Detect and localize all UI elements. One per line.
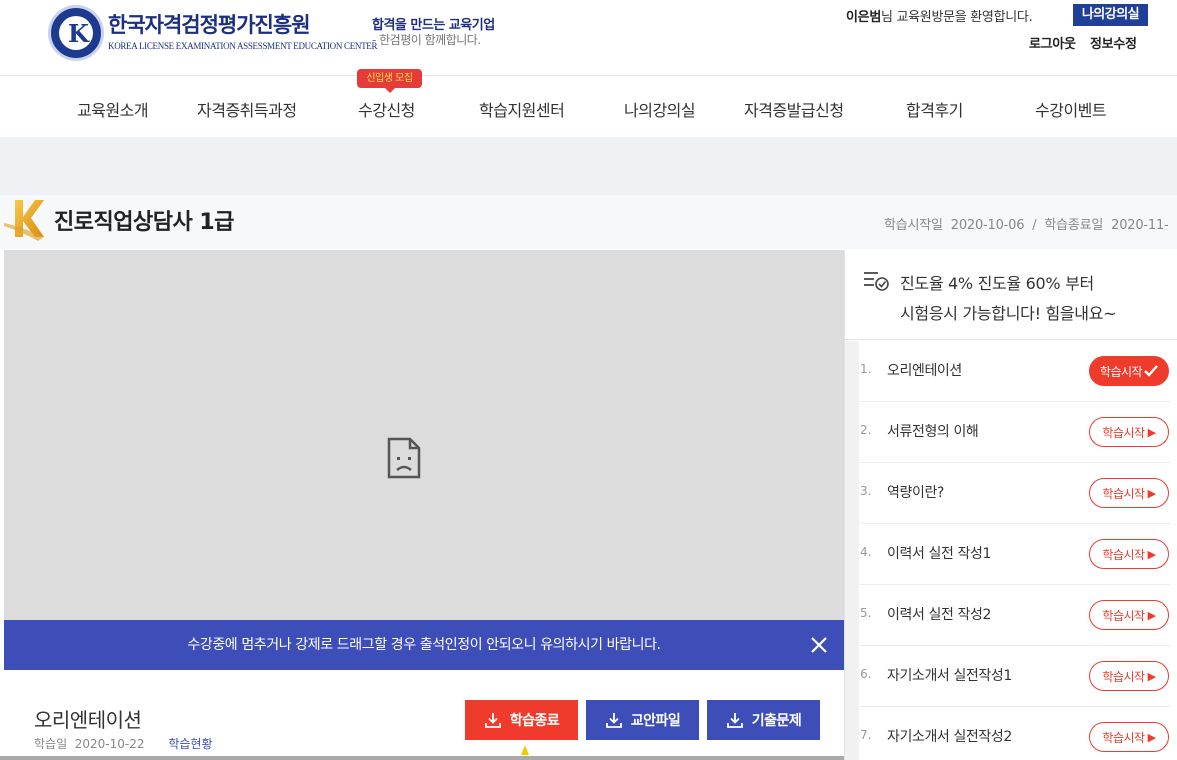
start-study-button[interactable]: 학습시작 ▶ [1089, 661, 1169, 691]
slogan-secondary: - 한검평이 함께합니다. [372, 33, 481, 47]
start-study-label: 학습시작 [1099, 364, 1143, 379]
broken-plugin-icon [387, 437, 421, 479]
study-date-label: 학습일 [34, 737, 68, 751]
end-study-label: 학습종료 [509, 713, 560, 729]
main-nav: 교육원소개 자격증취득과정 수강신청 학습지원센터 나의강의실 자격증발급신청 … [0, 77, 1177, 137]
start-study-button[interactable]: 학습시작 ▶ [1089, 600, 1169, 630]
end-date-label: 학습종료일 [1044, 218, 1104, 233]
past-exam-label: 기출문제 [751, 713, 802, 729]
play-icon: ▶ [1147, 669, 1156, 683]
page: K 한국자격검정평가진흥원 KOREA LICENSE EXAMINATION … [0, 0, 1177, 760]
download-icon [484, 713, 501, 728]
play-icon: ▶ [1147, 547, 1156, 561]
progress-message-line1: 진도율 4% 진도율 60% 부터 [900, 274, 1094, 293]
attendance-notice: 수강중에 멈추거나 강제로 드래그할 경우 출석인정이 안되오니 유의하시기 바… [4, 620, 844, 670]
lesson-title[interactable]: 이력서 실전 작성2 [887, 604, 991, 624]
course-k-icon [4, 200, 44, 241]
current-lesson-title: 오리엔테이션 [34, 708, 142, 732]
course-title: 진로직업상담사 1급 [54, 210, 234, 235]
start-date-label: 학습시작일 [884, 218, 943, 233]
past-exam-button[interactable]: 기출문제 [707, 700, 820, 740]
lesson-title[interactable]: 자기소개서 실전작성1 [887, 665, 1012, 685]
close-icon[interactable] [807, 633, 831, 657]
start-study-label: 학습시작 [1102, 486, 1145, 501]
lesson-number: 2. [860, 423, 872, 437]
start-study-button[interactable]: 학습시작 ▶ [1089, 478, 1169, 508]
start-study-label: 학습시작 [1102, 608, 1145, 623]
start-study-button[interactable]: 학습시작 ▶ [1089, 722, 1169, 752]
start-study-button[interactable]: 학습시작 [1089, 356, 1169, 386]
welcome-text: 님 교육원방문을 환영합니다. [880, 10, 1033, 25]
lesson-item: 7. 자기소개서 실전작성2 학습시작 ▶ [860, 707, 1170, 760]
download-icon [726, 713, 743, 728]
brand-english-name: KOREA LICENSE EXAMINATION ASSESSMENT EDU… [108, 41, 378, 51]
lesson-item: 4. 이력서 실전 작성1 학습시작 ▶ [860, 524, 1170, 585]
nav-item-enroll[interactable]: 수강신청 [358, 97, 415, 121]
lesson-title[interactable]: 서류전형의 이해 [887, 421, 979, 441]
nav-item-about[interactable]: 교육원소개 [77, 97, 149, 121]
lesson-number: 1. [860, 362, 872, 376]
checklist-icon [864, 272, 889, 291]
lecture-file-label: 교안파일 [630, 713, 681, 729]
lesson-number: 6. [860, 667, 872, 681]
lesson-item: 1. 오리엔테이션 학습시작 [860, 341, 1170, 402]
study-status-link[interactable]: 학습현황 [168, 737, 212, 751]
progress-panel [844, 250, 1177, 340]
lesson-number: 7. [860, 728, 872, 742]
course-dates: 학습시작일 2020-10-06 / 학습종료일 2020-11- [884, 214, 1173, 233]
start-study-label: 학습시작 [1102, 669, 1145, 684]
play-icon: ▶ [1147, 486, 1156, 500]
video-player[interactable] [4, 250, 844, 620]
progress-message-line2: 시험응시 가능합니다! 힘을내요~ [900, 304, 1117, 323]
nav-item-reviews[interactable]: 합격후기 [906, 97, 963, 121]
nav-item-events[interactable]: 수강이벤트 [1035, 97, 1107, 121]
play-icon: ▶ [1147, 425, 1156, 439]
lesson-title[interactable]: 오리엔테이션 [887, 360, 962, 380]
user-name: 이은범 [846, 10, 881, 25]
edit-info-link[interactable]: 정보수정 [1090, 33, 1137, 52]
end-study-button[interactable]: 학습종료 [465, 700, 578, 740]
new-student-badge: 신입생 모집 [357, 69, 422, 93]
start-study-label: 학습시작 [1102, 425, 1145, 440]
lesson-number: 3. [860, 484, 872, 498]
start-study-label: 학습시작 [1102, 547, 1145, 562]
sidebar-scrollbar[interactable] [845, 341, 859, 760]
brand-name[interactable]: 한국자격검정평가진흥원 [108, 9, 311, 39]
start-study-button[interactable]: 학습시작 ▶ [1089, 539, 1169, 569]
nav-item-certificate-issue[interactable]: 자격증발급신청 [744, 97, 844, 121]
download-icon [605, 713, 622, 728]
welcome-message: 이은범님 교육원방문을 환영합니다. [846, 6, 1033, 25]
lesson-title[interactable]: 자기소개서 실전작성2 [887, 726, 1012, 746]
end-date: 2020-11- [1111, 218, 1169, 233]
lesson-item: 2. 서류전형의 이해 학습시작 ▶ [860, 402, 1170, 463]
lesson-meta: 학습일 2020-10-22 학습현황 [34, 735, 213, 752]
start-date: 2020-10-06 [950, 218, 1025, 233]
nav-item-my-classroom[interactable]: 나의강의실 [624, 97, 696, 121]
nav-item-support-center[interactable]: 학습지원센터 [479, 97, 565, 121]
lesson-item: 3. 역량이란? 학습시작 ▶ [860, 463, 1170, 524]
my-classroom-button[interactable]: 나의강의실 [1073, 4, 1148, 26]
lecture-file-button[interactable]: 교안파일 [586, 700, 699, 740]
logout-link[interactable]: 로그아웃 [1029, 33, 1076, 52]
lesson-item: 6. 자기소개서 실전작성1 학습시작 ▶ [860, 646, 1170, 707]
start-study-label: 학습시작 [1102, 730, 1145, 745]
site-header: K 한국자격검정평가진흥원 KOREA LICENSE EXAMINATION … [0, 0, 1177, 76]
nav-item-certificate-courses[interactable]: 자격증취득과정 [197, 97, 297, 121]
start-study-button[interactable]: 학습시작 ▶ [1089, 417, 1169, 447]
brand-logo-icon[interactable]: K [48, 5, 104, 61]
lesson-title[interactable]: 역량이란? [887, 482, 944, 502]
play-icon: ▶ [1147, 608, 1156, 622]
lesson-number: 4. [860, 545, 872, 559]
check-icon [1144, 365, 1158, 377]
study-date: 2020-10-22 [74, 737, 145, 751]
date-separator: / [1032, 218, 1037, 233]
lesson-title[interactable]: 이력서 실전 작성1 [887, 543, 991, 563]
lesson-number: 5. [860, 606, 872, 620]
play-icon: ▶ [1147, 730, 1156, 744]
lesson-item: 5. 이력서 실전 작성2 학습시작 ▶ [860, 585, 1170, 646]
tooltip-arrow-icon [521, 745, 529, 755]
banner-band [0, 137, 1177, 195]
